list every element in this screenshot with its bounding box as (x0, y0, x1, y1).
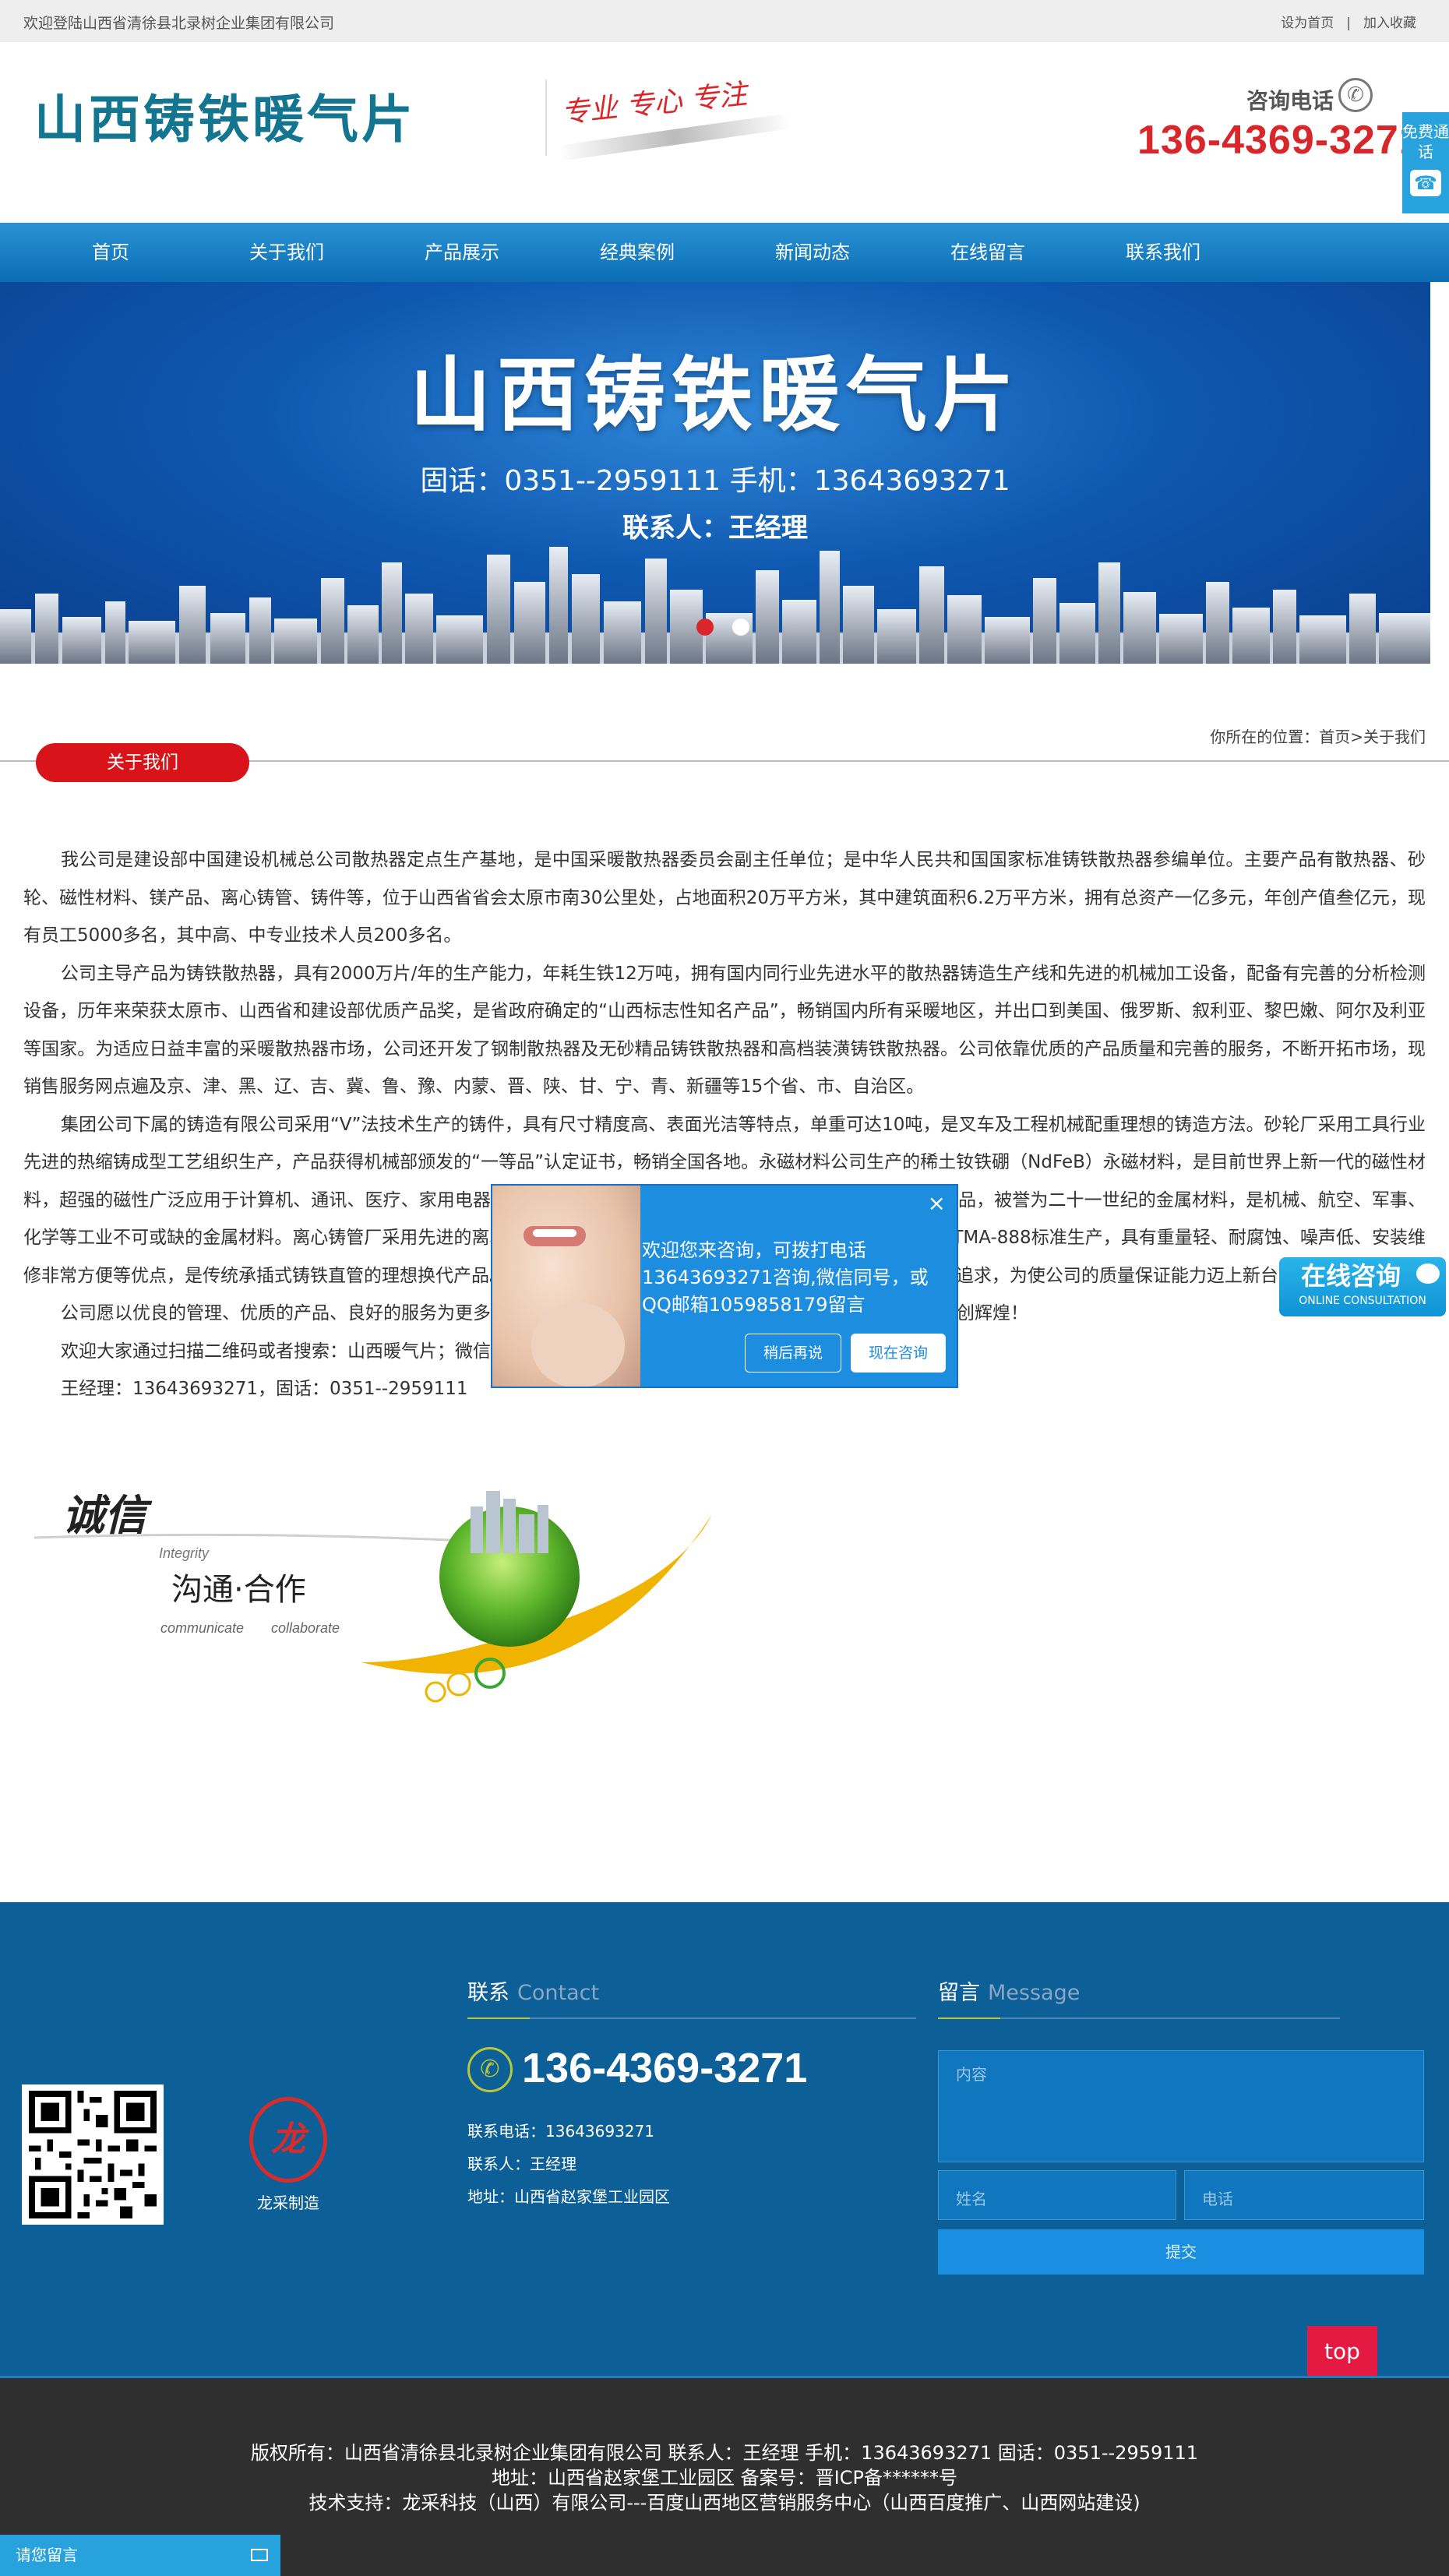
footer-person-line: 联系人：王经理 (467, 2155, 576, 2173)
paragraph: 我公司是建设部中国建设机械总公司散热器定点生产基地，是中国采暖散热器委员会副主任… (23, 850, 1426, 946)
nav-item-message[interactable]: 在线留言 (910, 223, 1066, 282)
slider-dot-2[interactable] (732, 618, 749, 636)
welcome-text: 欢迎登陆山西省清徐县北录树企业集团有限公司 (23, 15, 335, 32)
integrity-subtitle: 沟通·合作 (171, 1572, 306, 1608)
phone-field[interactable]: 电话 (1184, 2170, 1424, 2220)
telephone-icon: ☎ (1410, 170, 1441, 196)
integrity-en-1: communicate (160, 1620, 244, 1636)
leave-message-bar[interactable]: 请您留言 (0, 2535, 280, 2576)
integrity-title: 诚信 (62, 1490, 153, 1540)
header: 山西铸铁暖气片 专业 专心 专注 咨询电话 ✆ 136-4369-3271 免费… (0, 42, 1449, 223)
free-call-button[interactable]: 免费通话 ☎ (1402, 112, 1449, 213)
footer-phone-number: 136-4369-3271 (522, 2045, 808, 2091)
header-divider (545, 79, 547, 156)
message-content-field[interactable]: 内容 (938, 2050, 1424, 2162)
city-skyline-image (0, 547, 1430, 664)
contact-heading-en: Contact (517, 1981, 600, 2005)
leave-message-label: 请您留言 (16, 2546, 78, 2564)
nav-item-products[interactable]: 产品展示 (384, 223, 540, 282)
message-heading-en: Message (988, 1981, 1081, 2005)
breadcrumb: 你所在的位置：首页>关于我们 (1210, 728, 1426, 746)
site-logo[interactable]: 山西铸铁暖气片 (34, 78, 416, 153)
qr-code (22, 2084, 164, 2225)
banner-contact-line: 联系人：王经理 (622, 513, 808, 544)
brand-name: 龙采制造 (257, 2194, 319, 2212)
footer-tel-line: 联系电话：13643693271 (467, 2122, 654, 2141)
online-consult-button[interactable]: 在线咨询 ONLINE CONSULTATION (1279, 1257, 1446, 1316)
top-links: 设为首页 | 加入收藏 (1274, 12, 1423, 31)
back-to-top-button[interactable]: top (1307, 2326, 1377, 2377)
brand-logo: 龙 龙采制造 (242, 2097, 335, 2229)
footer-phone-icon: ✆ (467, 2047, 513, 2092)
paragraph: 公司主导产品为铸铁散热器，具有2000万片/年的生产能力，年耗生铁12万吨，拥有… (23, 963, 1426, 1098)
message-heading-cn: 留言 (938, 1981, 980, 2005)
contact-heading-cn: 联系 (467, 1981, 509, 2005)
footer-message-heading: 留言 Message (938, 1975, 1080, 2006)
nav-item-about[interactable]: 关于我们 (209, 223, 365, 282)
nav-item-cases[interactable]: 经典案例 (559, 223, 715, 282)
free-call-label: 免费通话 (1402, 122, 1449, 161)
banner-phone-line: 固话：0351--2959111 手机：13643693271 (420, 465, 1010, 497)
hero-banner: 山西铸铁暖气片 固话：0351--2959111 手机：13643693271 … (0, 282, 1430, 664)
close-icon[interactable]: × (928, 1190, 946, 1216)
message-heading-underline (938, 2017, 1340, 2019)
nav-item-news[interactable]: 新闻动态 (735, 223, 890, 282)
consult-label: 咨询电话 (1246, 88, 1334, 114)
name-field[interactable]: 姓名 (938, 2170, 1176, 2220)
integrity-cooperation-image: 诚信 Integrity 沟通·合作 communicate collabora… (34, 1490, 712, 1703)
maximize-icon[interactable] (251, 2549, 268, 2561)
nav-item-home[interactable]: 首页 (33, 223, 189, 282)
slider-dot-1[interactable] (696, 618, 714, 636)
footer-address-line: 地址：山西省赵家堡工业园区 (467, 2187, 670, 2206)
copyright-line-3: 技术支持：龙采科技（山西）有限公司---百度山西地区营销服务中心（山西百度推广、… (308, 2492, 1141, 2514)
nav-item-contact[interactable]: 联系我们 (1085, 223, 1241, 282)
integrity-title-en: Integrity (159, 1545, 210, 1561)
consult-popup: × 欢迎您来咨询，可拨打电话13643693271咨询,微信同号，或QQ邮箱10… (491, 1184, 958, 1388)
integrity-en-2: collaborate (271, 1620, 340, 1636)
later-button[interactable]: 稍后再说 (745, 1334, 841, 1373)
top-bar: 欢迎登陆山西省清徐县北录树企业集团有限公司 设为首页 | 加入收藏 (0, 0, 1449, 42)
copyright-line-1: 版权所有：山西省清徐县北录树企业集团有限公司 联系人：王经理 手机：136436… (250, 2442, 1199, 2464)
header-phone-number: 136-4369-3271 (1137, 118, 1423, 163)
popup-message: 欢迎您来咨询，可拨打电话13643693271咨询,微信同号，或QQ邮箱1059… (642, 1239, 929, 1316)
consult-now-button[interactable]: 现在咨询 (851, 1334, 946, 1373)
chat-bubble-icon (1416, 1263, 1440, 1284)
smiling-woman-image (492, 1186, 640, 1387)
online-consult-label-en: ONLINE CONSULTATION (1299, 1295, 1426, 1307)
banner-title: 山西铸铁暖气片 (409, 347, 1021, 442)
copyright-line-2: 地址：山西省赵家堡工业园区 备案号：晋ICP备******号 (492, 2467, 957, 2489)
contact-heading-underline (467, 2017, 916, 2019)
add-favorite-link[interactable]: 加入收藏 (1363, 16, 1416, 31)
submit-button[interactable]: 提交 (938, 2229, 1424, 2275)
main-nav: 首页 关于我们 产品展示 经典案例 新闻动态 在线留言 联系我们 (0, 223, 1449, 282)
dragon-logo-icon: 龙 (249, 2097, 327, 2183)
section-title-tab: 关于我们 (36, 743, 249, 782)
footer-contact-heading: 联系 Contact (467, 1975, 599, 2006)
top-links-separator: | (1346, 16, 1351, 31)
set-home-link[interactable]: 设为首页 (1281, 16, 1334, 31)
phone-icon: ✆ (1338, 78, 1373, 112)
